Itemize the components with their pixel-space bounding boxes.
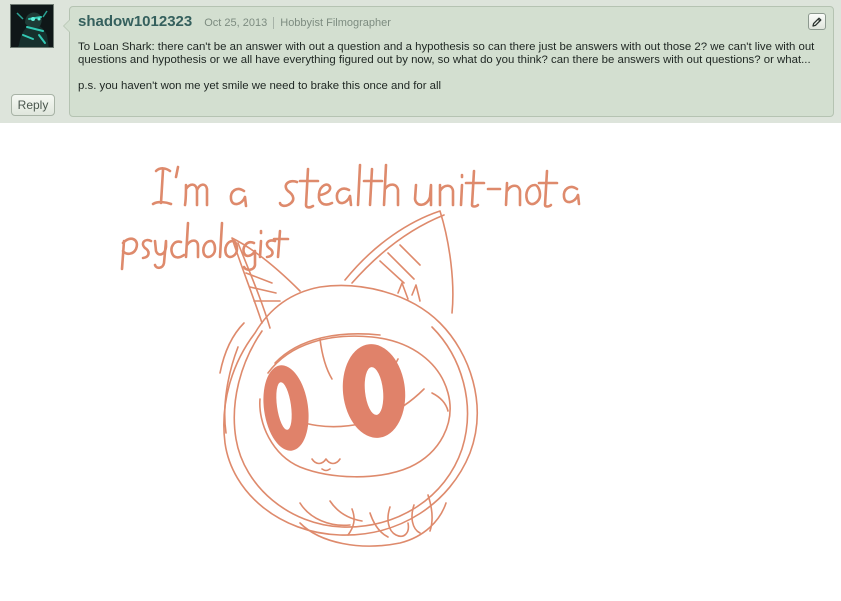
avatar-image [11,5,53,47]
sketch-drawing [120,163,581,547]
comment-section: Reply shadow1012323 Oct 25, 2013 Hobbyis… [0,0,841,123]
handwritten-caption [120,163,581,272]
comment-date[interactable]: Oct 25, 2013 [204,17,267,29]
username-link[interactable]: shadow1012323 [78,13,192,30]
pencil-icon [812,17,822,27]
edit-button[interactable] [808,13,826,30]
comment-paragraph: To Loan Shark: there can't be an answer … [78,41,815,66]
reply-button[interactable]: Reply [11,94,55,116]
header-divider [273,17,275,29]
comment-postscript: p.s. you haven't won me yet smile we nee… [78,80,442,92]
comment-header: shadow1012323 Oct 25, 2013 Hobbyist Film… [78,13,391,33]
comment-body: To Loan Shark: there can't be an answer … [78,41,830,93]
comment-box: shadow1012323 Oct 25, 2013 Hobbyist Film… [63,6,834,117]
user-avatar[interactable] [10,4,54,48]
comment-pointer-inner [64,20,70,32]
user-title: Hobbyist Filmographer [280,17,391,29]
